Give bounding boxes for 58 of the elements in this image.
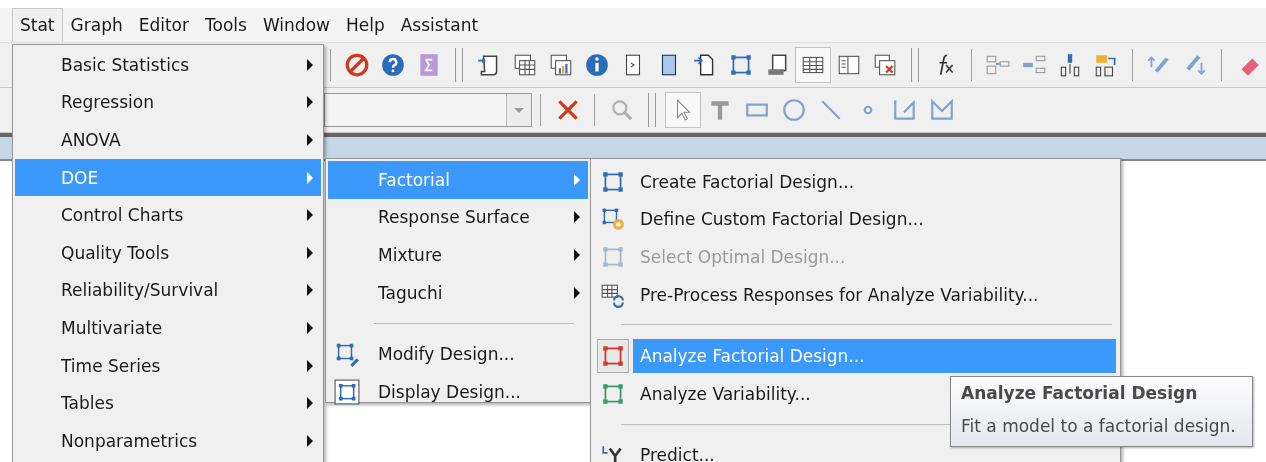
- submenu-arrow-icon: [307, 397, 313, 410]
- menu-item[interactable]: Time Series: [15, 346, 321, 385]
- menu-bar-item[interactable]: Help: [337, 8, 393, 42]
- menu-item[interactable]: Tables: [15, 384, 321, 422]
- close-windows-icon: [872, 52, 898, 78]
- submenu-arrow-icon: [307, 284, 313, 297]
- submenu-arrow-icon: [574, 173, 580, 186]
- menu-bar-item[interactable]: Graph: [62, 8, 131, 42]
- submenu-arrow-icon: [307, 321, 313, 334]
- submenu-arrow-icon: [307, 58, 313, 71]
- menu-item[interactable]: Define Custom Factorial Design...: [633, 202, 1116, 237]
- menu-bar-item[interactable]: Editor: [130, 8, 197, 42]
- submenu-arrow-icon: [574, 211, 580, 224]
- toolbar-grip[interactable]: [648, 93, 656, 127]
- submenu-arrow-icon: [574, 249, 580, 261]
- toolbar-grip[interactable]: [455, 48, 463, 82]
- menu-bar-item[interactable]: Assistant: [392, 8, 487, 42]
- design-frame-pencil-icon: [334, 341, 360, 368]
- submenu-arrow-icon: [307, 209, 313, 222]
- menu-item[interactable]: Regression: [15, 83, 321, 122]
- submenu-arrow-icon: [307, 359, 313, 372]
- design-frame-icon: [334, 378, 360, 405]
- menu-item[interactable]: ANOVA: [15, 121, 321, 159]
- menu-item[interactable]: Taguchi: [328, 273, 588, 312]
- submenu-arrow-icon: [307, 246, 313, 259]
- menu-item[interactable]: Mixture: [328, 236, 588, 274]
- menu-item[interactable]: Create Factorial Design...: [633, 164, 1116, 199]
- tooltip-title: Analyze Factorial Design: [961, 383, 1199, 403]
- menu-item[interactable]: Reliability/Survival: [15, 271, 321, 310]
- design-frame-icon: [597, 339, 629, 374]
- polygon-icon: [928, 97, 955, 123]
- dropdown-field[interactable]: [324, 93, 532, 127]
- menu-bar-item[interactable]: Tools: [197, 8, 255, 42]
- tooltip-text: Fit a model to a factorial design.: [961, 416, 1237, 436]
- menu-item[interactable]: Response Surface: [328, 198, 588, 237]
- circle-icon: [780, 97, 807, 123]
- menu-item[interactable]: Display Design...: [328, 372, 588, 411]
- menu-bar-item[interactable]: Window: [254, 8, 338, 42]
- info-icon: [583, 52, 610, 78]
- stop-icon: [343, 52, 370, 78]
- menu-item[interactable]: Modify Design...: [328, 335, 588, 373]
- help-icon: [380, 52, 406, 78]
- submenu-arrow-icon: [574, 286, 580, 299]
- pointer-button[interactable]: [664, 92, 701, 128]
- polyline-icon: [891, 97, 918, 123]
- submenu-arrow-icon: [307, 171, 313, 184]
- menu-item[interactable]: Control Charts: [15, 196, 321, 234]
- menu-bar-item[interactable]: Stat: [12, 8, 63, 42]
- menu-item[interactable]: Quality Tools: [15, 233, 321, 272]
- menu-item[interactable]: Predict...: [633, 438, 1116, 462]
- submenu-arrow-icon: [307, 96, 313, 109]
- table-button[interactable]: [795, 47, 831, 83]
- menu-item[interactable]: Multivariate: [15, 309, 321, 347]
- menu-item[interactable]: Pre-Process Responses for Analyze Variability...: [633, 277, 1116, 312]
- toolbar-grip[interactable]: [911, 48, 919, 82]
- submenu-arrow-icon: [307, 134, 313, 146]
- submenu-arrow-icon: [307, 434, 313, 447]
- menu-item[interactable]: Nonparametrics: [15, 421, 321, 460]
